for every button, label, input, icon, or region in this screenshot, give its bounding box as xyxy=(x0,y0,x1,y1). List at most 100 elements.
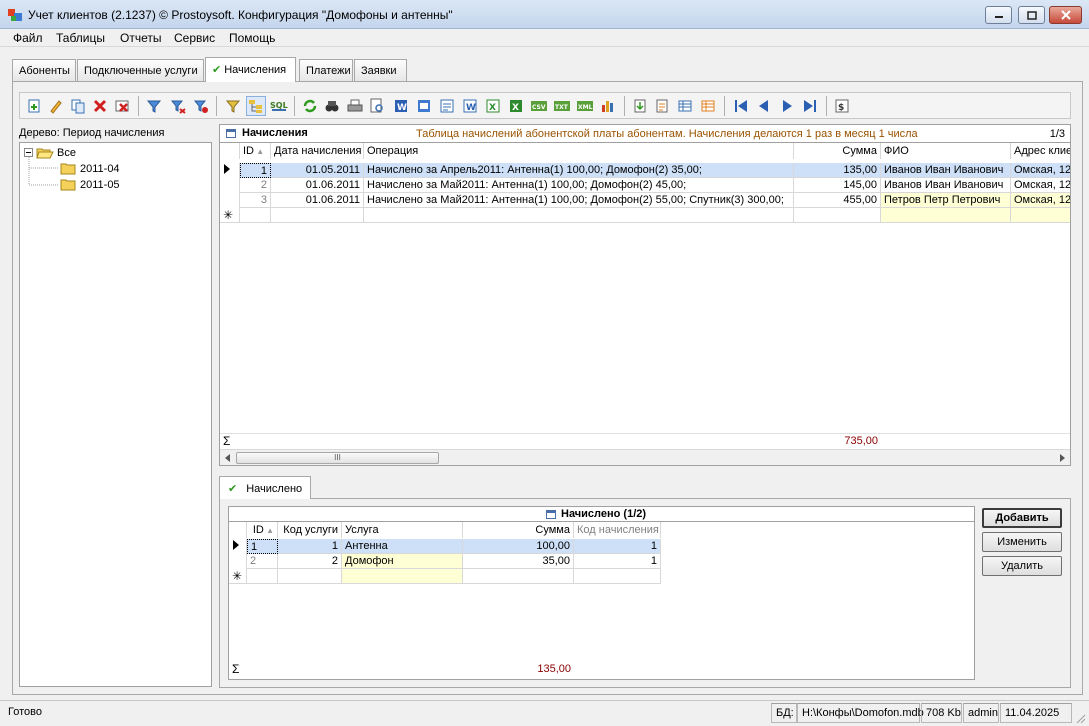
col-date[interactable]: Дата начисления xyxy=(271,143,364,159)
chart-icon[interactable] xyxy=(598,96,618,116)
filter-add-icon[interactable] xyxy=(168,96,188,116)
first-icon[interactable] xyxy=(731,96,751,116)
add-button[interactable]: Добавить xyxy=(982,508,1062,528)
filter-tree-icon[interactable] xyxy=(223,96,243,116)
cell-id[interactable]: 1 xyxy=(240,163,271,178)
horizontal-scrollbar[interactable]: III xyxy=(220,449,1070,465)
table-row[interactable]: 2 2 Домофон 35,00 1 xyxy=(229,554,661,569)
excel-export-icon[interactable]: X xyxy=(506,96,526,116)
scroll-left-icon[interactable] xyxy=(224,454,232,462)
menu-tables[interactable]: Таблицы xyxy=(56,31,105,45)
tab-requests[interactable]: Заявки xyxy=(354,59,407,81)
excel-icon[interactable]: X xyxy=(483,96,503,116)
cell-address[interactable]: Омская, 12 xyxy=(1011,163,1070,178)
cell-fio[interactable]: Иванов Иван Иванович xyxy=(881,163,1011,178)
cell-sum[interactable]: 455,00 xyxy=(794,193,881,208)
delete-button[interactable]: Удалить xyxy=(982,556,1062,576)
table-row[interactable]: 1 01.05.2011 Начислено за Апрель2011: Ан… xyxy=(220,163,1070,178)
scroll-thumb[interactable]: III xyxy=(236,452,439,464)
delete-icon[interactable] xyxy=(90,96,110,116)
cell-operation[interactable]: Начислено за Май2011: Антенна(1) 100,00;… xyxy=(364,193,794,208)
cell-id[interactable]: 3 xyxy=(240,193,271,208)
col-sum[interactable]: Сумма xyxy=(463,522,574,538)
edit-button[interactable]: Изменить xyxy=(982,532,1062,552)
cell-service-code[interactable]: 2 xyxy=(278,554,342,569)
col-service-code[interactable]: Код услуги xyxy=(278,522,342,538)
cell-address[interactable]: Омская, 12 xyxy=(1011,193,1070,208)
new-row[interactable]: ✳ xyxy=(220,208,1070,223)
cell-id[interactable]: 2 xyxy=(240,178,271,193)
csv-icon[interactable]: CSV xyxy=(529,96,549,116)
col-charge-code[interactable]: Код начисления xyxy=(574,522,661,538)
word-list-icon[interactable]: W xyxy=(460,96,480,116)
preview-icon[interactable] xyxy=(367,96,387,116)
word-icon[interactable]: W xyxy=(391,96,411,116)
tab-connected-services[interactable]: Подключенные услуги xyxy=(77,59,204,81)
table-row[interactable]: 2 01.06.2011 Начислено за Май2011: Антен… xyxy=(220,178,1070,193)
report-icon[interactable] xyxy=(437,96,457,116)
cell-service[interactable]: Домофон xyxy=(342,554,463,569)
filter-icon[interactable] xyxy=(144,96,164,116)
col-address[interactable]: Адрес клие xyxy=(1011,143,1070,159)
menu-reports[interactable]: Отчеты xyxy=(120,31,161,45)
table-icon[interactable] xyxy=(675,96,695,116)
new-row[interactable]: ✳ xyxy=(229,569,661,584)
txt-icon[interactable]: TXT xyxy=(552,96,572,116)
last-icon[interactable] xyxy=(800,96,820,116)
sql-icon[interactable]: SQL xyxy=(269,96,289,116)
filter-remove-icon[interactable] xyxy=(191,96,211,116)
scroll-right-icon[interactable] xyxy=(1058,454,1066,462)
cell-fio[interactable]: Иванов Иван Иванович xyxy=(881,178,1011,193)
refresh-icon[interactable] xyxy=(300,96,320,116)
cell-date[interactable]: 01.06.2011 xyxy=(271,193,364,208)
tab-payments[interactable]: Платежи xyxy=(299,59,353,81)
print-icon[interactable] xyxy=(345,96,365,116)
cell-operation[interactable]: Начислено за Май2011: Антенна(1) 100,00;… xyxy=(364,178,794,193)
close-button[interactable] xyxy=(1049,6,1082,24)
col-operation[interactable]: Операция xyxy=(364,143,794,159)
cell-service-code[interactable]: 1 xyxy=(278,539,342,554)
tab-accrued[interactable]: ✔ Начислено xyxy=(219,476,311,499)
table-export-icon[interactable] xyxy=(698,96,718,116)
delete-all-icon[interactable] xyxy=(112,96,132,116)
export-icon[interactable] xyxy=(24,96,44,116)
import-list-icon[interactable] xyxy=(652,96,672,116)
maximize-button[interactable] xyxy=(1018,6,1045,24)
word-export-icon[interactable] xyxy=(414,96,434,116)
menu-service[interactable]: Сервис xyxy=(174,31,215,45)
cell-operation[interactable]: Начислено за Апрель2011: Антенна(1) 100,… xyxy=(364,163,794,178)
next-icon[interactable] xyxy=(777,96,797,116)
table-row[interactable]: 1 1 Антенна 100,00 1 xyxy=(229,539,661,554)
col-id[interactable]: ID ▲ xyxy=(247,522,278,538)
tab-charges[interactable]: ✔ Начисления xyxy=(205,57,296,82)
menu-help[interactable]: Помощь xyxy=(229,31,275,45)
cell-service[interactable]: Антенна xyxy=(342,539,463,554)
edit-icon[interactable] xyxy=(46,96,66,116)
xml-icon[interactable]: XML xyxy=(575,96,595,116)
cell-id[interactable]: 1 xyxy=(247,539,278,554)
tree-icon[interactable] xyxy=(246,96,266,116)
import-icon[interactable] xyxy=(630,96,650,116)
calc-icon[interactable]: $ xyxy=(832,96,852,116)
cell-fio[interactable]: Петров Петр Петрович xyxy=(881,193,1011,208)
col-service[interactable]: Услуга xyxy=(342,522,463,538)
prev-icon[interactable] xyxy=(754,96,774,116)
resize-grip-icon[interactable] xyxy=(1074,712,1086,724)
table-row[interactable]: 3 01.06.2011 Начислено за Май2011: Антен… xyxy=(220,193,1070,208)
cell-id[interactable]: 2 xyxy=(247,554,278,569)
copy-icon[interactable] xyxy=(68,96,88,116)
col-fio[interactable]: ФИО xyxy=(881,143,1011,159)
col-id[interactable]: ID ▲ xyxy=(240,143,271,159)
col-sum[interactable]: Сумма xyxy=(794,143,881,159)
menu-file[interactable]: Файл xyxy=(13,31,43,45)
cell-sum[interactable]: 145,00 xyxy=(794,178,881,193)
minimize-button[interactable] xyxy=(985,6,1012,24)
cell-date[interactable]: 01.05.2011 xyxy=(271,163,364,178)
tab-subscribers[interactable]: Абоненты xyxy=(12,59,76,81)
cell-charge-code[interactable]: 1 xyxy=(574,539,661,554)
cell-sum[interactable]: 135,00 xyxy=(794,163,881,178)
cell-address[interactable]: Омская, 12 xyxy=(1011,178,1070,193)
find-icon[interactable] xyxy=(322,96,342,116)
cell-date[interactable]: 01.06.2011 xyxy=(271,178,364,193)
cell-sum[interactable]: 35,00 xyxy=(463,554,574,569)
